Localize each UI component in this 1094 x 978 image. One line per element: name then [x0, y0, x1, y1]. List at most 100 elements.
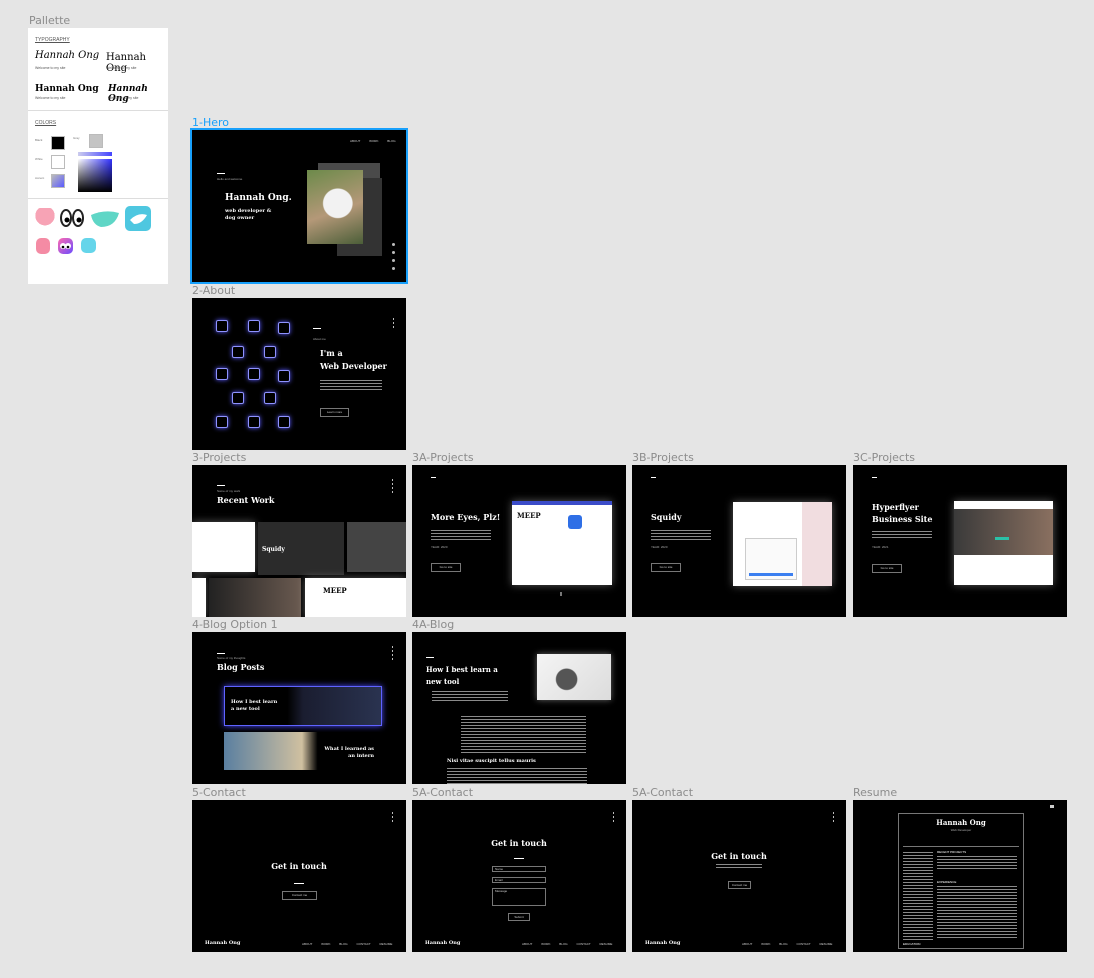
blog-a-frame-label[interactable]: 4A-Blog: [412, 618, 454, 631]
project-thumb-hyperflyer[interactable]: [347, 522, 406, 572]
page-indicator[interactable]: [393, 318, 394, 330]
page-indicator[interactable]: [392, 812, 393, 824]
tech-icon: [278, 370, 290, 382]
whale-icon: [89, 209, 121, 229]
blog-post-card-2[interactable]: What I learned as an intern: [224, 732, 380, 770]
name-field[interactable]: Name: [492, 866, 546, 872]
project-thumb-meep[interactable]: [192, 522, 255, 572]
contact-title: Get in touch: [271, 861, 327, 871]
hero-tagline: web developer & dog owner: [225, 208, 272, 221]
font-sample-bold-sub: Welcome to my site: [35, 96, 66, 100]
page-indicator[interactable]: [392, 479, 393, 493]
hero-nav[interactable]: ABOUT WORK BLOG: [350, 139, 396, 143]
contact-b-frame-label[interactable]: 5A-Contact: [632, 786, 693, 799]
resume-frame[interactable]: Hannah Ong Web Developer RECENT PROJECTS…: [853, 800, 1067, 952]
bird-icon: [81, 238, 96, 253]
contact-a-frame-label[interactable]: 5A-Contact: [412, 786, 473, 799]
footer-logo[interactable]: Hannah Ong: [425, 940, 460, 946]
color-swatch-white[interactable]: [51, 155, 65, 169]
message-field[interactable]: Message: [492, 888, 546, 906]
blog-kicker: Some of my thoughts: [217, 656, 246, 660]
palette-frame[interactable]: TYPOGRAPHY Hannah Ong Welcome to my site…: [28, 28, 168, 284]
project-c-frame-label[interactable]: 3C-Projects: [853, 451, 915, 464]
blog-frame-label[interactable]: 4-Blog Option 1: [192, 618, 278, 631]
hero-frame[interactable]: ABOUT WORK BLOG Hello and welcome Hannah…: [190, 128, 408, 284]
hero-frame-label[interactable]: 1-Hero: [192, 116, 229, 129]
resume-frame-label[interactable]: Resume: [853, 786, 897, 799]
projects-frame-label[interactable]: 3-Projects: [192, 451, 246, 464]
contact-b-title: Get in touch: [711, 851, 767, 861]
footer-nav[interactable]: ABOUT WORK BLOG CONTACT RESUME: [522, 942, 612, 946]
eyes-icon: [59, 207, 85, 229]
page-indicator[interactable]: [833, 812, 834, 824]
project-card-title: Squidy: [262, 546, 285, 553]
hue-slider[interactable]: [78, 152, 112, 156]
palette-frame-label[interactable]: Pallette: [29, 14, 70, 27]
accent-line: [651, 477, 656, 478]
contact-a-frame[interactable]: Get in touch Name Email Message Submit H…: [412, 800, 626, 952]
go-to-site-button[interactable]: Go to site: [431, 563, 461, 572]
blog-a-subhead: Nisi vitae suscipit tellus mauris: [447, 758, 536, 764]
go-to-site-button[interactable]: Go to site: [651, 563, 681, 572]
resume-name: Hannah Ong: [936, 818, 986, 827]
page-indicator[interactable]: [392, 646, 393, 660]
contact-me-button[interactable]: Contact me: [282, 891, 317, 900]
download-icon[interactable]: [1050, 805, 1054, 808]
blog-a-frame[interactable]: How I best learn a new tool Nisi vitae s…: [412, 632, 626, 784]
color-swatch-accent[interactable]: [51, 174, 65, 188]
divider: [28, 198, 168, 199]
color-picker[interactable]: [78, 159, 112, 192]
color-label-black: Black: [35, 138, 43, 142]
contact-me-button[interactable]: Contact me: [728, 881, 751, 889]
footer-logo[interactable]: Hannah Ong: [205, 940, 240, 946]
accent-line: [426, 657, 434, 658]
footer-nav[interactable]: ABOUT WORK BLOG CONTACT RESUME: [742, 942, 832, 946]
project-card-squidy[interactable]: Squidy: [258, 522, 344, 575]
email-field[interactable]: Email: [492, 877, 546, 883]
project-b-frame[interactable]: Squidy YEAR: 2020 Go to site: [632, 465, 846, 617]
project-a-title: More Eyes, Plz!: [431, 512, 501, 522]
dialog-button: [749, 573, 793, 576]
project-a-frame-label[interactable]: 3A-Projects: [412, 451, 474, 464]
accent-line: [313, 328, 321, 329]
learn-more-button[interactable]: Learn more: [320, 408, 349, 417]
project-thumb-meep-2[interactable]: MEEP: [305, 578, 406, 617]
go-to-site-button[interactable]: Go to site: [872, 564, 902, 573]
tech-icon: [248, 368, 260, 380]
blog-a-title-1: How I best learn a: [426, 665, 498, 674]
project-c-screenshot: [954, 501, 1053, 585]
color-swatch-black[interactable]: [51, 136, 65, 150]
project-c-frame[interactable]: Hyperflyer Business Site YEAR: 2021 Go t…: [853, 465, 1067, 617]
contact-b-frame[interactable]: Get in touch Contact me Hannah Ong ABOUT…: [632, 800, 846, 952]
project-a-frame[interactable]: More Eyes, Plz! YEAR: 2020 Go to site ME…: [412, 465, 626, 617]
blog-post-title-2: What I learned as an intern: [324, 746, 374, 759]
bird-icon: [125, 206, 151, 231]
color-swatch-gray[interactable]: [89, 134, 103, 148]
project-thumb-business[interactable]: [209, 578, 301, 617]
accent-line: [294, 883, 304, 884]
blog-post-card-1[interactable]: How I best learn a new tool: [224, 686, 382, 726]
blog-frame[interactable]: Some of my thoughts Blog Posts How I bes…: [192, 632, 406, 784]
about-body-text: [320, 380, 382, 392]
page-indicator[interactable]: [613, 812, 614, 824]
typography-heading: TYPOGRAPHY: [35, 37, 70, 43]
about-frame[interactable]: About me I'm a Web Developer Learn more: [192, 298, 406, 450]
about-frame-label[interactable]: 2-About: [192, 284, 235, 297]
blog-post-title-1: How I best learn a new tool: [231, 699, 278, 712]
hero-image: [954, 509, 1053, 555]
footer-nav[interactable]: ABOUT WORK BLOG CONTACT RESUME: [302, 942, 392, 946]
font-sample-bold-italic: Hannah Ong: [108, 84, 148, 104]
projects-frame[interactable]: Some of my work Recent Work Squidy MEEP: [192, 465, 406, 617]
cta: [995, 537, 1009, 540]
footer-logo[interactable]: Hannah Ong: [645, 940, 680, 946]
contact-frame-label[interactable]: 5-Contact: [192, 786, 246, 799]
project-b-frame-label[interactable]: 3B-Projects: [632, 451, 694, 464]
about-title-2: Web Developer: [320, 361, 387, 371]
submit-button[interactable]: Submit: [508, 913, 530, 921]
contact-frame[interactable]: Get in touch Contact me Hannah Ong ABOUT…: [192, 800, 406, 952]
blog-a-hero-image: [537, 654, 611, 700]
hero-kicker: Hello and welcome: [217, 177, 243, 181]
blog-title: Blog Posts: [217, 662, 265, 672]
social-icons[interactable]: [392, 243, 395, 275]
project-thumb-edge[interactable]: [192, 578, 206, 617]
